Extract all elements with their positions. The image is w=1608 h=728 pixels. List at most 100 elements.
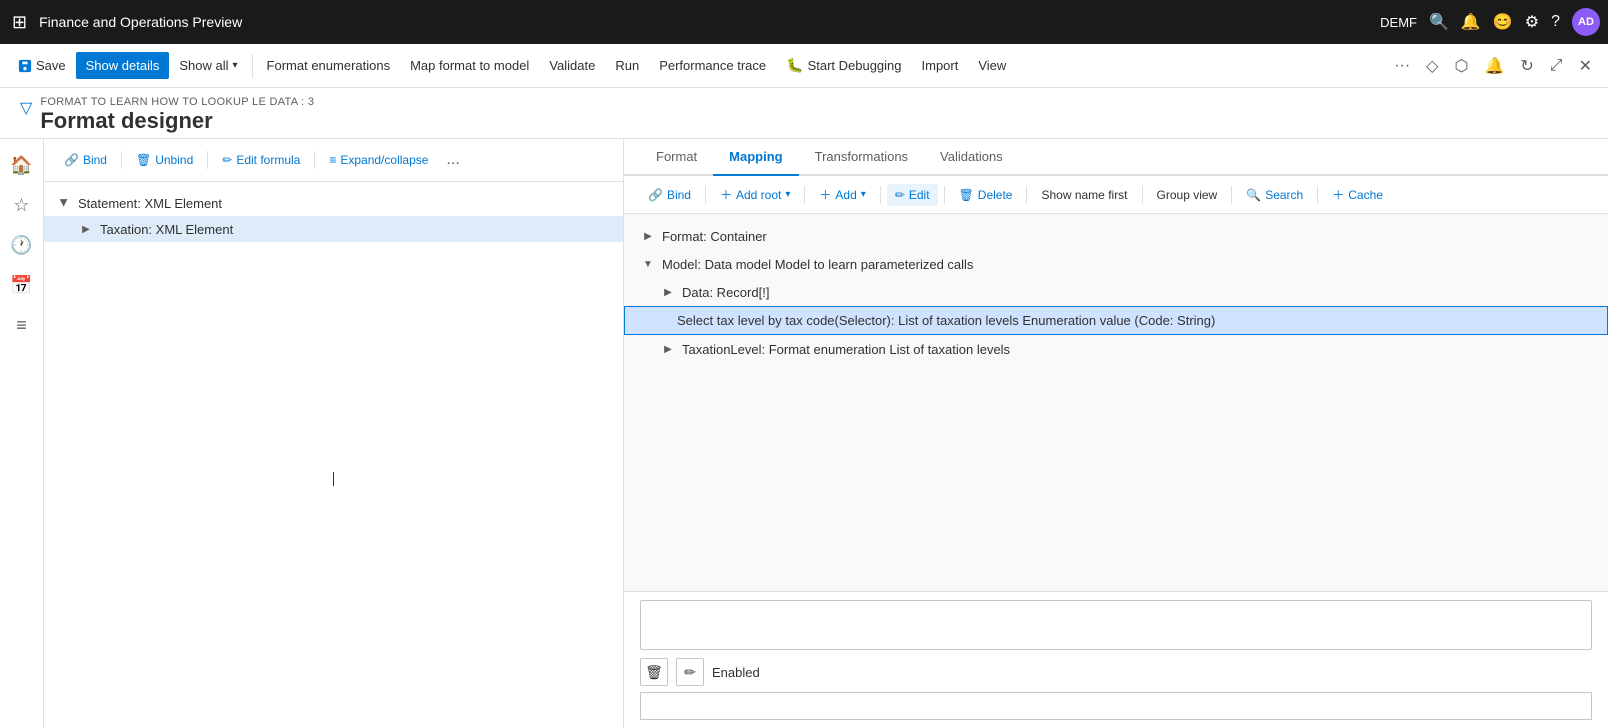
search-topbar-icon[interactable]: 🔍 — [1429, 12, 1449, 32]
import-label: Import — [922, 58, 959, 73]
map-format-label: Map format to model — [410, 58, 529, 73]
delete-icon-right: 🗑 — [959, 188, 974, 202]
filter-icon[interactable]: ▽ — [20, 96, 32, 118]
bottom-delete-button[interactable]: 🗑 — [640, 658, 668, 686]
pencil-icon: ✏ — [222, 153, 232, 167]
rsep8 — [1317, 186, 1318, 204]
show-details-label: Show details — [86, 58, 160, 73]
bottom-toolbar: 🗑 ✏ Enabled — [640, 658, 1592, 686]
help-icon[interactable]: ? — [1551, 13, 1560, 31]
diamond-icon[interactable]: ◇ — [1418, 52, 1446, 80]
add-root-chevron: ▾ — [785, 189, 790, 200]
delete-button[interactable]: 🗑 Delete — [951, 184, 1021, 206]
taxation-label: Taxation: XML Element — [100, 222, 233, 237]
edit-formula-label: Edit formula — [236, 153, 300, 167]
map-format-button[interactable]: Map format to model — [400, 52, 539, 79]
refresh-icon[interactable]: ↻ — [1512, 52, 1541, 80]
expand-icon[interactable]: ⤢ — [1542, 53, 1571, 79]
expand-model-icon[interactable]: ▼ — [640, 256, 656, 272]
notification-count-icon[interactable]: 🔔 — [1476, 52, 1512, 80]
show-all-button[interactable]: Show all ▾ — [169, 52, 247, 79]
format-enumerations-button[interactable]: Format enumerations — [257, 52, 401, 79]
data-item-taxation-level[interactable]: ▶ TaxationLevel: Format enumeration List… — [624, 335, 1608, 363]
performance-trace-button[interactable]: Performance trace — [649, 52, 776, 79]
data-item-format[interactable]: ▶ Format: Container — [624, 222, 1608, 250]
group-view-button[interactable]: Group view — [1149, 184, 1226, 206]
expand-arrow-statement[interactable]: ▶ — [56, 195, 72, 211]
content-area: 🔗 Bind 🗑 Unbind ✏ Edit formula ≡ Expand/… — [44, 139, 1608, 728]
nav-home-icon[interactable]: 🏠 — [4, 147, 40, 183]
tab-validations[interactable]: Validations — [924, 139, 1019, 176]
panels-icon[interactable]: ⬡ — [1446, 52, 1476, 80]
start-debugging-label: Start Debugging — [808, 58, 902, 73]
enabled-value-box[interactable] — [640, 692, 1592, 720]
show-name-first-button[interactable]: Show name first — [1033, 184, 1135, 206]
nav-calendar-icon[interactable]: 📅 — [4, 267, 40, 303]
app-title: Finance and Operations Preview — [39, 14, 1372, 30]
user-text: DEMF — [1380, 15, 1417, 30]
topbar-right: DEMF 🔍 🔔 😊 ⚙ ? AD — [1380, 8, 1600, 36]
tree-item-taxation[interactable]: ▶ Taxation: XML Element — [44, 216, 623, 242]
rsep1 — [705, 186, 706, 204]
right-bind-button[interactable]: 🔗 Bind — [640, 184, 699, 206]
face-icon[interactable]: 😊 — [1493, 12, 1513, 32]
tab-transformations[interactable]: Transformations — [799, 139, 924, 176]
sep1 — [252, 54, 253, 78]
cache-button[interactable]: ＋ Cache — [1324, 182, 1391, 207]
data-item-data-record[interactable]: ▶ Data: Record[!] — [624, 278, 1608, 306]
sep2 — [207, 151, 208, 169]
expand-arrow-taxation[interactable]: ▶ — [78, 221, 94, 237]
plus-icon: ＋ — [819, 186, 831, 203]
expand-taxation-level-icon[interactable]: ▶ — [660, 341, 676, 357]
expand-format-icon[interactable]: ▶ — [640, 228, 656, 244]
add-button[interactable]: ＋ Add ▾ — [811, 182, 873, 207]
bottom-edit-button[interactable]: ✏ — [676, 658, 704, 686]
delete-label: Delete — [978, 188, 1013, 202]
trash-small-icon: 🗑 — [136, 153, 151, 167]
data-item-model[interactable]: ▼ Model: Data model Model to learn param… — [624, 250, 1608, 278]
left-panel: 🔗 Bind 🗑 Unbind ✏ Edit formula ≡ Expand/… — [44, 139, 624, 728]
unbind-label: Unbind — [155, 153, 193, 167]
tab-mapping[interactable]: Mapping — [713, 139, 798, 176]
expand-data-icon[interactable]: ▶ — [660, 284, 676, 300]
more-options-icon[interactable]: ... — [440, 147, 465, 173]
debug-icon: 🐛 — [786, 57, 803, 74]
nav-clock-icon[interactable]: 🕐 — [4, 227, 40, 263]
data-item-selector[interactable]: Select tax level by tax code(Selector): … — [624, 306, 1608, 335]
run-button[interactable]: Run — [605, 52, 649, 79]
bell-icon[interactable]: 🔔 — [1461, 12, 1481, 32]
rsep3 — [880, 186, 881, 204]
unbind-button[interactable]: 🗑 Unbind — [128, 149, 201, 171]
save-button[interactable]: Save — [8, 52, 76, 79]
topbar: ⊞ Finance and Operations Preview DEMF 🔍 … — [0, 0, 1608, 44]
main-layout: 🏠 ☆ 🕐 📅 ≡ 🔗 Bind 🗑 Unbind ✏ — [0, 139, 1608, 728]
formula-box[interactable] — [640, 600, 1592, 650]
avatar[interactable]: AD — [1572, 8, 1600, 36]
more-icon[interactable]: ··· — [1386, 53, 1418, 79]
show-details-button[interactable]: Show details — [76, 52, 170, 79]
breadcrumb: FORMAT TO LEARN HOW TO LOOKUP LE DATA : … — [40, 96, 314, 108]
tab-format[interactable]: Format — [640, 139, 713, 176]
show-name-first-label: Show name first — [1041, 188, 1127, 202]
start-debugging-button[interactable]: 🐛 Start Debugging — [776, 51, 911, 80]
grid-icon[interactable]: ⊞ — [8, 8, 31, 37]
search-button[interactable]: 🔍 Search — [1238, 184, 1311, 206]
validate-button[interactable]: Validate — [539, 52, 605, 79]
import-button[interactable]: Import — [912, 52, 969, 79]
close-icon[interactable]: ✕ — [1571, 52, 1600, 80]
tree-item-statement[interactable]: ▶ Statement: XML Element — [44, 190, 623, 216]
bind-button[interactable]: 🔗 Bind — [56, 149, 115, 171]
add-root-button[interactable]: ＋ Add root ▾ — [712, 182, 798, 207]
expand-collapse-button[interactable]: ≡ Expand/collapse — [321, 149, 436, 171]
view-button[interactable]: View — [968, 52, 1016, 79]
nav-list-icon[interactable]: ≡ — [4, 307, 40, 343]
bottom-area: 🗑 ✏ Enabled — [624, 591, 1608, 728]
page-title: Format designer — [40, 108, 314, 134]
expand-icon-small: ≡ — [329, 153, 336, 167]
edit-formula-button[interactable]: ✏ Edit formula — [214, 149, 308, 171]
search-label: Search — [1265, 188, 1303, 202]
settings-icon[interactable]: ⚙ — [1525, 12, 1539, 32]
edit-button[interactable]: ✏ Edit — [887, 184, 938, 206]
statement-label: Statement: XML Element — [78, 196, 222, 211]
nav-star-icon[interactable]: ☆ — [4, 187, 40, 223]
